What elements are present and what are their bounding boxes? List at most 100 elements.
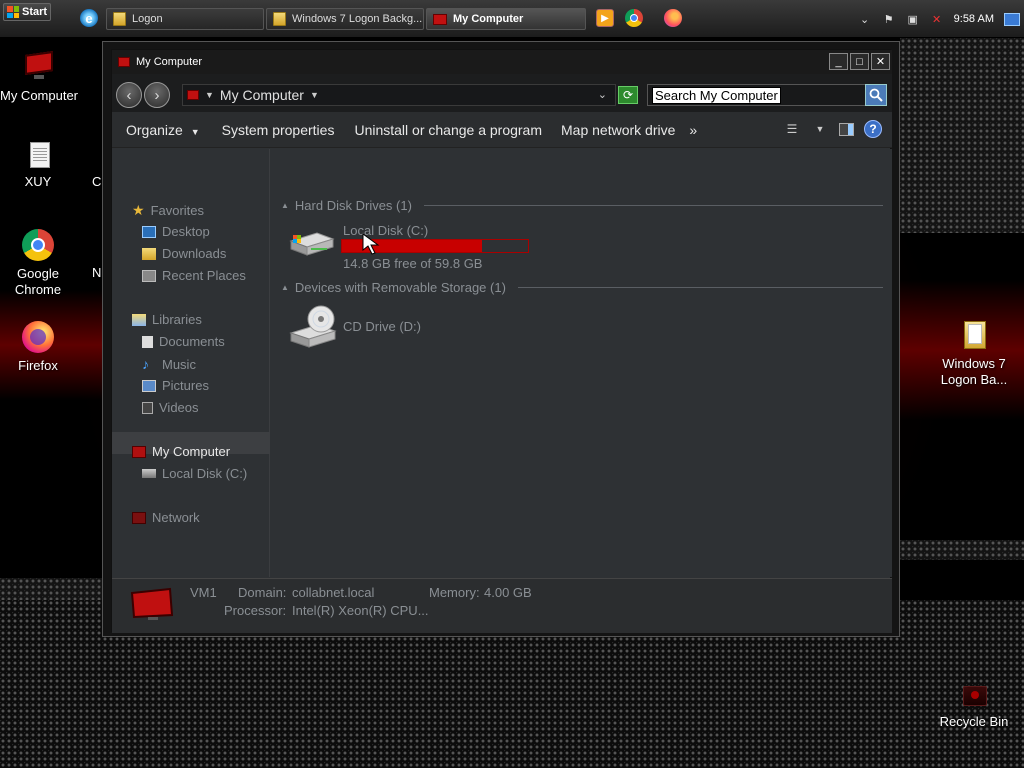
processor-value: Intel(R) Xeon(R) CPU... [292,603,429,618]
nav-downloads[interactable]: Downloads [142,246,226,261]
nav-label: Network [152,510,200,525]
task-label: My Computer [453,13,524,25]
media-player-icon[interactable]: ▶ [596,9,614,27]
drive-d-name[interactable]: CD Drive (D:) [343,319,421,334]
flag-icon[interactable]: ⚑ [882,12,896,26]
refresh-button[interactable]: ⟳ [618,86,638,104]
desktop-icon-recycle-bin[interactable]: Recycle Bin [934,682,1014,730]
chevron-up-icon[interactable]: ⌄ [858,12,872,26]
nav-pictures[interactable]: Pictures [142,378,209,393]
group-divider [423,205,883,206]
explorer-frame: My Computer _ □ ✕ ‹ › ▼ My Computer ▼ ⌄ … [111,49,892,633]
details-pane: VM1 Domain: collabnet.local Memory: 4.00… [112,578,892,633]
mouse-cursor-icon [362,233,380,255]
show-desktop-icon[interactable] [1004,12,1020,26]
computer-name: VM1 [190,585,217,600]
drive-c-free-space: 14.8 GB free of 59.8 GB [343,256,483,271]
nav-label: Libraries [152,312,202,327]
desktop-mesh-right [900,540,1024,560]
nav-videos[interactable]: Videos [142,400,199,415]
computer-icon [130,587,174,620]
downloads-icon [142,247,156,260]
nav-music[interactable]: ♪ Music [142,356,196,372]
clock[interactable]: 9:58 AM [954,13,994,25]
back-button[interactable]: ‹ [116,82,142,108]
minimize-button[interactable]: _ [829,53,848,70]
command-bar: Organize ▼ System properties Uninstall o… [112,112,892,148]
nav-label: Local Disk (C:) [162,466,248,481]
nav-documents[interactable]: Documents [142,334,225,349]
nav-favorites[interactable]: ★ Favorites [132,202,204,219]
search-input[interactable] [652,87,781,104]
desktop-partial-label-c: C [92,174,102,189]
search-icon[interactable] [865,84,887,106]
search-box[interactable] [647,84,887,106]
nav-recent-places[interactable]: Recent Places [142,268,246,283]
title-bar[interactable]: My Computer _ □ ✕ [112,50,892,74]
processor-label: Processor: [224,603,287,618]
breadcrumb[interactable]: My Computer [220,87,304,103]
desktop-icon-google-chrome[interactable]: Google Chrome [0,228,78,298]
desktop-icon-label: Windows 7 Logon Ba... [940,356,1008,387]
computer-icon [187,90,199,100]
nav-local-disk-c[interactable]: Local Disk (C:) [142,466,247,481]
hard-drive-icon [289,232,335,256]
nav-network[interactable]: Network [132,510,200,525]
chrome-icon[interactable] [625,9,643,27]
desktop-icon-firefox[interactable]: Firefox [0,320,78,374]
group-header-removable-storage[interactable]: ▲ Devices with Removable Storage (1) [281,280,883,295]
network-icon[interactable]: ▣ [906,12,920,26]
organize-menu[interactable]: Organize ▼ [126,122,200,138]
memory-value: 4.00 GB [484,585,532,600]
start-button[interactable]: Start [3,3,51,21]
desktop-icon-my-computer[interactable]: My Computer [0,50,79,104]
task-label: Windows 7 Logon Backg... [292,13,423,25]
window-title: My Computer [136,56,203,68]
volume-muted-icon[interactable]: ✕ [930,12,944,26]
videos-icon [142,401,153,414]
group-header-hard-disk-drives[interactable]: ▲ Hard Disk Drives (1) [281,198,883,213]
map-network-drive-button[interactable]: Map network drive [561,122,675,138]
chevron-down-icon[interactable]: ▼ [310,90,319,100]
nav-desktop[interactable]: Desktop [142,224,210,239]
content-pane: ▲ Hard Disk Drives (1) Local Disk (C:) 1… [271,149,892,577]
documents-icon [142,335,153,348]
firefox-icon[interactable] [664,9,682,27]
taskbar-item-windows7-logon[interactable]: Windows 7 Logon Backg... [266,8,424,30]
help-icon[interactable]: ? [864,120,882,138]
task-label: Logon [132,13,163,25]
nav-label: Videos [159,400,199,415]
change-view-icon[interactable]: ☰ [783,120,801,138]
desktop-icon-label: My Computer [0,88,79,103]
more-commands-button[interactable]: » [689,122,697,138]
forward-button[interactable]: › [144,82,170,108]
preview-pane-icon[interactable] [839,122,854,136]
chrome-icon [21,228,55,262]
address-bar[interactable]: ▼ My Computer ▼ ⌄ [182,84,616,106]
domain-label: Domain: [238,585,287,600]
nav-label: Documents [159,334,225,349]
taskbar-item-logon[interactable]: Logon [106,8,264,30]
desktop-icon-xuy[interactable]: XUY [0,140,78,190]
nav-label: Downloads [162,246,227,261]
chevron-down-icon[interactable]: ▼ [205,90,214,100]
nav-libraries[interactable]: Libraries [132,312,202,327]
internet-explorer-icon[interactable]: e [80,9,98,27]
uninstall-program-button[interactable]: Uninstall or change a program [354,122,542,138]
domain-value: collabnet.local [292,585,375,600]
collapse-triangle-icon: ▲ [281,283,289,292]
desktop-icon-windows7-logon[interactable]: Windows 7 Logon Ba... [934,318,1014,388]
close-button[interactable]: ✕ [871,53,890,70]
computer-icon [433,13,447,25]
folder-icon [957,318,991,352]
document-icon [21,140,55,170]
pictures-icon [142,379,156,392]
maximize-button[interactable]: □ [850,53,869,70]
taskbar-item-my-computer[interactable]: My Computer [426,8,586,30]
nav-my-computer[interactable]: My Computer [132,444,230,459]
system-properties-button[interactable]: System properties [222,122,335,138]
navigation-pane: ★ Favorites Desktop Downloads Recent Pla… [112,149,270,577]
address-dropdown-icon[interactable]: ⌄ [598,88,607,101]
cd-drive-icon [289,305,337,348]
chevron-down-icon[interactable]: ▼ [811,120,829,138]
